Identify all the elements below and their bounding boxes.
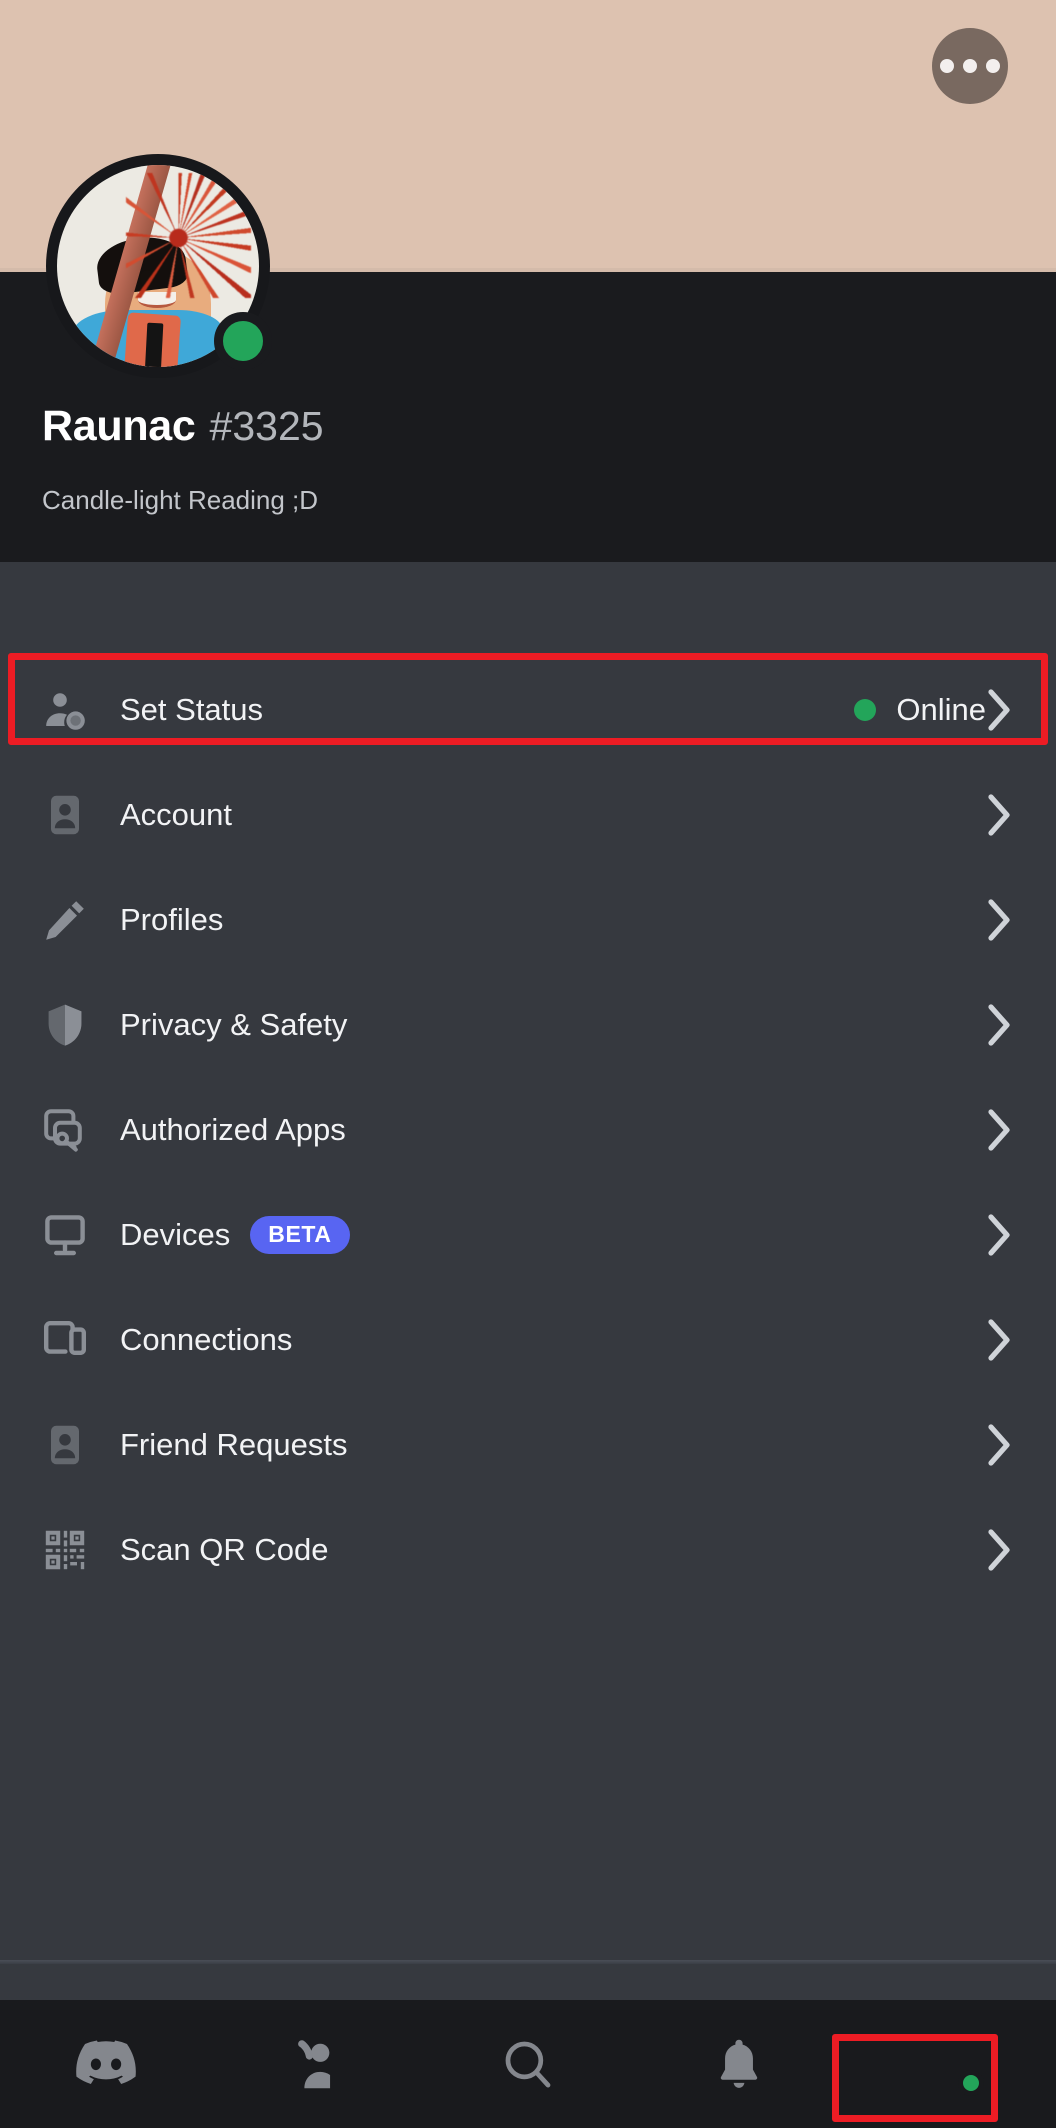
friends-tab[interactable] [211, 2000, 422, 2128]
chevron-right-icon [986, 1003, 1012, 1047]
settings-row-label: Scan QR Code [120, 1531, 329, 1567]
notifications-tab[interactable] [634, 2000, 845, 2128]
friends-icon [291, 2036, 343, 2092]
list-top-spacer [0, 562, 1056, 657]
bottom-navigation-bar [0, 2000, 1056, 2128]
settings-row-label: Authorized Apps [120, 1111, 346, 1147]
settings-row-scan-qr-code[interactable]: Scan QR Code [0, 1497, 1056, 1602]
more-options-button[interactable] [932, 28, 1008, 104]
nav-presence-indicator [958, 2070, 985, 2096]
settings-row-devices[interactable]: Devices BETA [0, 1182, 1056, 1287]
profile-header: Raunac #3325 Candle-light Reading ;D [0, 154, 1056, 562]
app-key-icon [38, 1103, 92, 1157]
presence-indicator [214, 312, 272, 370]
devices-icon [38, 1313, 92, 1367]
discord-user-settings-screen: Raunac #3325 Candle-light Reading ;D Set… [0, 0, 1056, 2128]
list-bottom-divider [0, 1960, 1056, 1964]
pencil-icon [38, 893, 92, 947]
settings-row-label: Connections [120, 1321, 293, 1357]
profile-tab[interactable] [845, 2000, 1056, 2128]
settings-row-value: Online [896, 691, 986, 727]
settings-row-authorized-apps[interactable]: Authorized Apps [0, 1077, 1056, 1182]
chevron-right-icon [986, 1318, 1012, 1362]
custom-status-text: Candle-light Reading ;D [42, 485, 319, 515]
settings-row-label: Devices [120, 1216, 231, 1252]
chevron-right-icon [986, 1108, 1012, 1152]
settings-row-label: Privacy & Safety [120, 1006, 348, 1042]
monitor-icon [38, 1208, 92, 1262]
chevron-right-icon [986, 898, 1012, 942]
settings-row-account[interactable]: Account [0, 762, 1056, 867]
username-row: Raunac #3325 [42, 402, 324, 451]
settings-row-profiles[interactable]: Profiles [0, 867, 1056, 972]
person-status-icon [38, 683, 92, 737]
settings-row-set-status[interactable]: Set Status Online [0, 657, 1056, 762]
settings-row-label: Account [120, 796, 233, 832]
settings-row-label: Profiles [120, 901, 224, 937]
settings-list: Set Status Online Account Profiles Priva… [0, 562, 1056, 1602]
settings-row-label: Set Status [120, 691, 264, 727]
chevron-right-icon [986, 688, 1012, 732]
row-value-group: Online [854, 692, 986, 728]
overflow-dot-1 [940, 59, 954, 73]
username: Raunac [42, 402, 196, 450]
settings-row-label: Friend Requests [120, 1426, 348, 1462]
avatar-tie [144, 322, 164, 367]
settings-row-connections[interactable]: Connections [0, 1287, 1056, 1392]
bell-icon [716, 2037, 762, 2091]
chevron-right-icon [986, 1213, 1012, 1257]
qr-code-icon [38, 1523, 92, 1577]
chevron-right-icon [986, 793, 1012, 837]
chevron-right-icon [986, 1423, 1012, 1467]
avatar[interactable] [46, 154, 272, 378]
search-icon [501, 2037, 555, 2091]
discord-logo-icon [75, 2040, 137, 2088]
id-card-icon [38, 1418, 92, 1472]
shield-icon [38, 998, 92, 1052]
id-card-icon [38, 788, 92, 842]
settings-row-friend-requests[interactable]: Friend Requests [0, 1392, 1056, 1497]
settings-row-privacy-safety[interactable]: Privacy & Safety [0, 972, 1056, 1077]
servers-tab[interactable] [0, 2000, 211, 2128]
overflow-dot-3 [986, 59, 1000, 73]
overflow-dot-2 [963, 59, 977, 73]
online-status-dot [854, 698, 877, 721]
search-tab[interactable] [422, 2000, 633, 2128]
user-discriminator: #3325 [209, 403, 324, 449]
avatar-splash [125, 173, 251, 299]
chevron-right-icon [986, 1528, 1012, 1572]
user-avatar-icon [919, 2033, 985, 2096]
beta-badge: BETA [250, 1215, 350, 1254]
